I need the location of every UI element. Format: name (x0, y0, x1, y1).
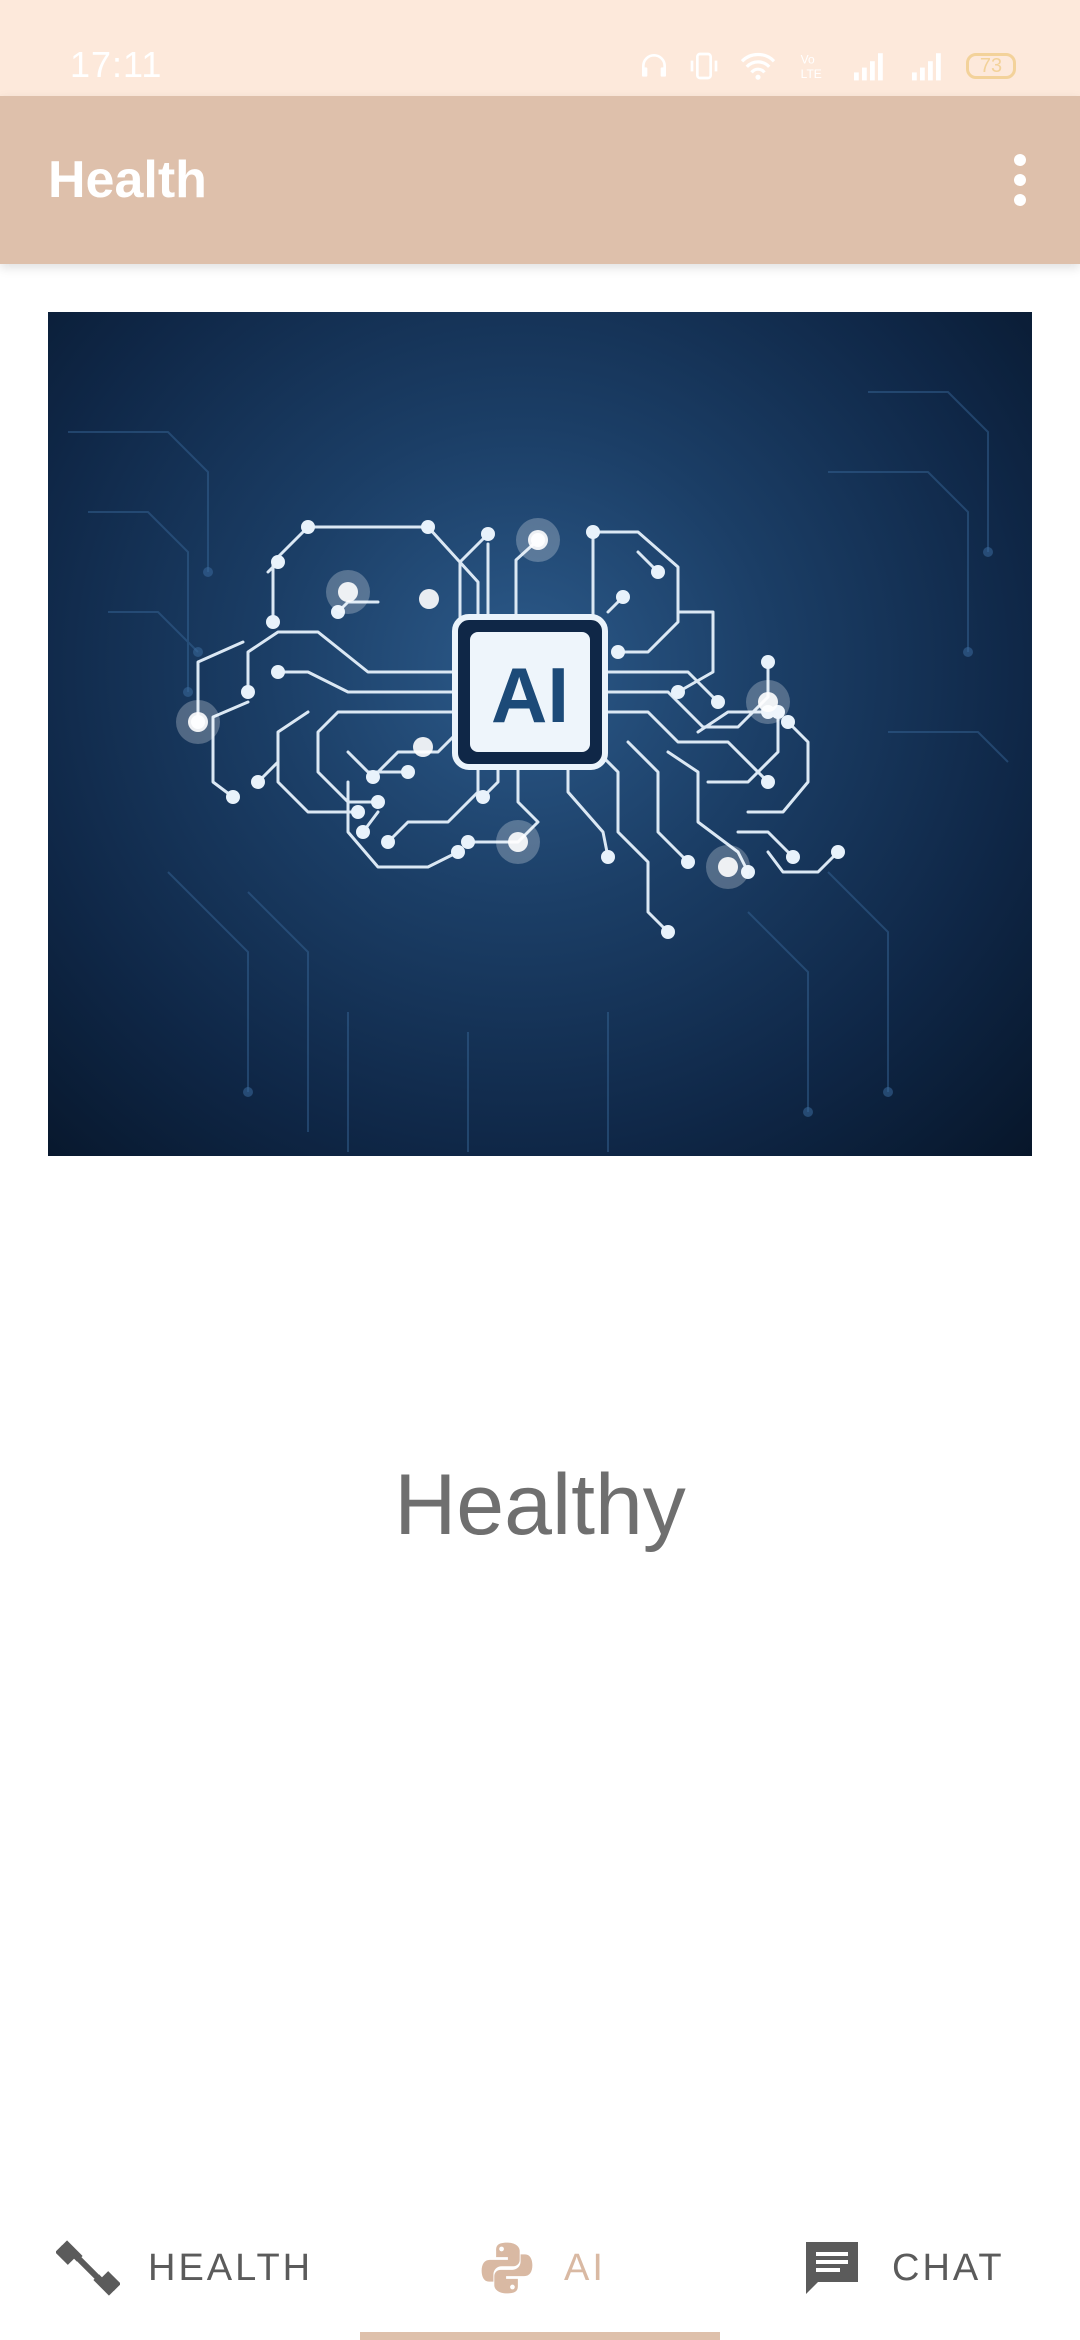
active-tab-indicator (360, 2332, 720, 2340)
tab-ai[interactable]: AI (478, 2196, 606, 2340)
app-title: Health (48, 151, 207, 209)
health-status-text: Healthy (394, 1457, 686, 1553)
more-vertical-icon[interactable] (1000, 150, 1040, 210)
tab-ai-label: AI (564, 2246, 606, 2289)
tab-health[interactable]: HEALTH (56, 2196, 313, 2340)
python-icon (481, 2242, 533, 2294)
headphones-icon (642, 54, 666, 77)
dumbbell-icon (56, 2240, 120, 2296)
bottom-navigation: HEALTH AI CHAT (0, 2196, 1080, 2340)
status-time: 17:11 (70, 44, 163, 85)
vibrate-icon (690, 52, 718, 80)
battery-icon: 73 (966, 53, 1016, 79)
chip-label: AI (491, 651, 569, 739)
svg-text:LTE: LTE (801, 67, 822, 81)
wifi-icon (740, 52, 776, 80)
tab-chat-label: CHAT (892, 2246, 1005, 2289)
tab-chat[interactable]: CHAT (800, 2196, 1005, 2340)
status-icons: Vo LTE 73 (638, 44, 1016, 88)
signal-icon (912, 53, 941, 81)
volte-icon: Vo LTE (801, 52, 822, 81)
status-bar: 17:11 Vo LTE 73 (0, 0, 1080, 96)
tab-health-label: HEALTH (148, 2246, 314, 2289)
ai-brain-image: AI (48, 312, 1032, 1156)
chat-icon (806, 2242, 858, 2294)
battery-level: 73 (979, 55, 1003, 77)
app-bar: Health (0, 96, 1080, 264)
signal-icon (854, 53, 883, 81)
svg-text:Vo: Vo (801, 52, 815, 66)
